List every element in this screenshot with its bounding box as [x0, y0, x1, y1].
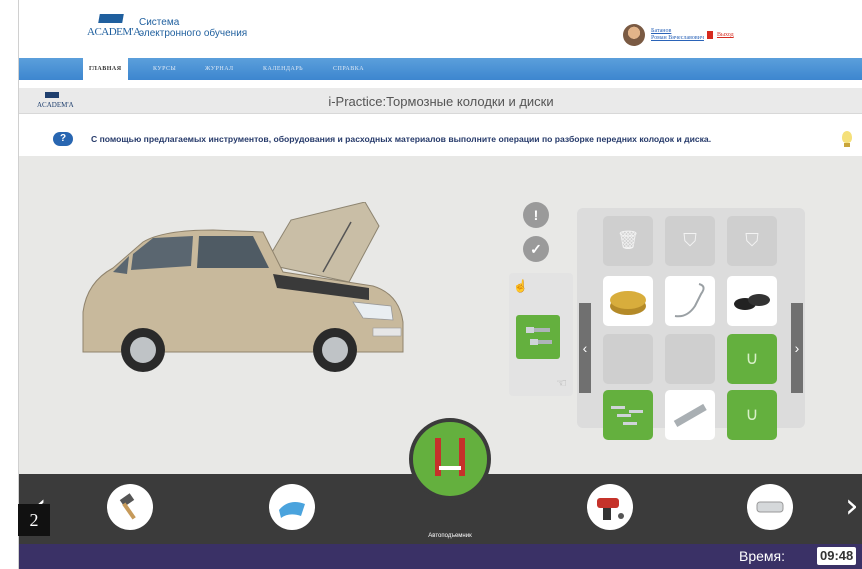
app-frame: ACADEM'A Система электронного обучения Б… — [18, 0, 862, 569]
bolt-icon — [526, 327, 552, 345]
toolbar-next-arrow[interactable]: › — [845, 486, 859, 526]
nav-item-help[interactable]: СПРАВКА — [333, 58, 364, 80]
logout-link[interactable]: Выход — [717, 32, 734, 38]
logo-line-1: Система — [139, 17, 180, 28]
inventory-slot-magnet-2[interactable]: ∪ — [727, 390, 777, 440]
alert-button[interactable]: ! — [523, 202, 549, 228]
inventory-slot-pin[interactable] — [665, 390, 715, 440]
inventory-panel: ‹ › 🗑 ⛉ ⛉ ∪ ∪ — [577, 208, 805, 440]
header: ACADEM'A Система электронного обучения Б… — [19, 0, 862, 58]
nav-item-journal[interactable]: ЖУРНАЛ — [205, 58, 234, 80]
hammer-icon — [119, 493, 136, 520]
magnet-icon: ∪ — [745, 404, 759, 424]
logo-line-2: электронного обучения — [139, 28, 248, 39]
tool-tray[interactable] — [747, 484, 793, 530]
instruction-text: С помощью предлагаемых инструментов, обо… — [91, 134, 712, 144]
check-button[interactable]: ✓ — [523, 236, 549, 262]
car-lift-icon — [435, 438, 465, 476]
time-label: Время: — [739, 548, 786, 564]
shield-slot-2[interactable]: ⛉ — [727, 216, 777, 266]
hand-icon-2: ☜ — [556, 376, 567, 390]
user-block: Батанов Роман Вячеславович Выход — [623, 24, 734, 46]
shield-icon: ⛉ — [683, 230, 697, 250]
bolts-set-icon — [611, 406, 643, 425]
tray-icon — [756, 501, 784, 513]
inventory-prev-arrow[interactable]: ‹ — [579, 303, 591, 393]
car-image[interactable] — [73, 202, 453, 372]
reservoir-cap-icon — [610, 291, 646, 315]
inventory-slot-pads[interactable] — [727, 276, 777, 326]
practice-titlebar: ACADEM'A i-Practice:Тормозные колодки и … — [19, 88, 862, 114]
magnet-icon: ∪ — [745, 348, 759, 368]
shield-icon: ⛉ — [745, 230, 759, 250]
shield-slot-1[interactable]: ⛉ — [665, 216, 715, 266]
instruction-bar: ? С помощью предлагаемых инструментов, о… — [19, 120, 862, 154]
nav-item-main[interactable]: ГЛАВНАЯ — [83, 58, 128, 80]
help-icon[interactable]: ? — [53, 132, 73, 146]
logo-word: ACADEM'A — [87, 26, 141, 38]
nav-item-courses[interactable]: КУРСЫ — [153, 58, 176, 80]
status-bar: Время: 09:48 — [19, 544, 862, 569]
trash-icon: 🗑 — [616, 230, 640, 250]
car-lift-label: Автоподъемник — [428, 533, 472, 539]
rubber-caps-icon — [734, 294, 770, 310]
hand-icon: ☝ — [513, 279, 528, 293]
held-item-slot[interactable] — [516, 315, 560, 359]
inventory-slot-spring[interactable] — [665, 276, 715, 326]
avatar[interactable] — [623, 24, 645, 46]
user-name-link[interactable]: Батанов Роман Вячеславович — [651, 28, 704, 42]
inventory-slot-cap[interactable] — [603, 276, 653, 326]
main-nav: ГЛАВНАЯ КУРСЫ ЖУРНАЛ КАЛЕНДАРЬ СПРАВКА — [19, 58, 862, 80]
tool-car-lift[interactable] — [409, 418, 491, 500]
page-title: i-Practice:Тормозные колодки и диски — [328, 94, 554, 109]
cloth-icon — [279, 502, 305, 518]
tool-impact-wrench[interactable] — [587, 484, 633, 530]
trash-slot[interactable]: 🗑 — [603, 216, 653, 266]
user-given-names: Роман Вячеславович — [651, 35, 704, 41]
brake-spring-icon — [674, 283, 705, 318]
inventory-slot-empty-1[interactable] — [603, 334, 653, 384]
page-number-badge: 2 — [18, 504, 50, 536]
inventory-slot-empty-2[interactable] — [665, 334, 715, 384]
hand-slot-panel: ☝ ☜ — [509, 273, 573, 396]
inventory-next-arrow[interactable]: › — [791, 303, 803, 393]
timer-value: 09:48 — [817, 547, 857, 565]
tool-hammer[interactable] — [107, 484, 153, 530]
inventory-slot-magnet-1[interactable]: ∪ — [727, 334, 777, 384]
user-surname: Батанов — [651, 28, 672, 34]
academia-logo: ACADEM'A — [87, 14, 141, 42]
impact-wrench-icon — [597, 498, 624, 520]
hint-bulb-icon[interactable] — [839, 128, 855, 150]
nav-item-calendar[interactable]: КАЛЕНДАРЬ — [263, 58, 303, 80]
logout-icon — [706, 31, 713, 39]
logo[interactable]: ACADEM'A Система электронного обучения — [87, 14, 247, 42]
inventory-slot-bolts[interactable] — [603, 390, 653, 440]
tool-cloth[interactable] — [269, 484, 315, 530]
guide-pin-icon — [673, 403, 707, 427]
